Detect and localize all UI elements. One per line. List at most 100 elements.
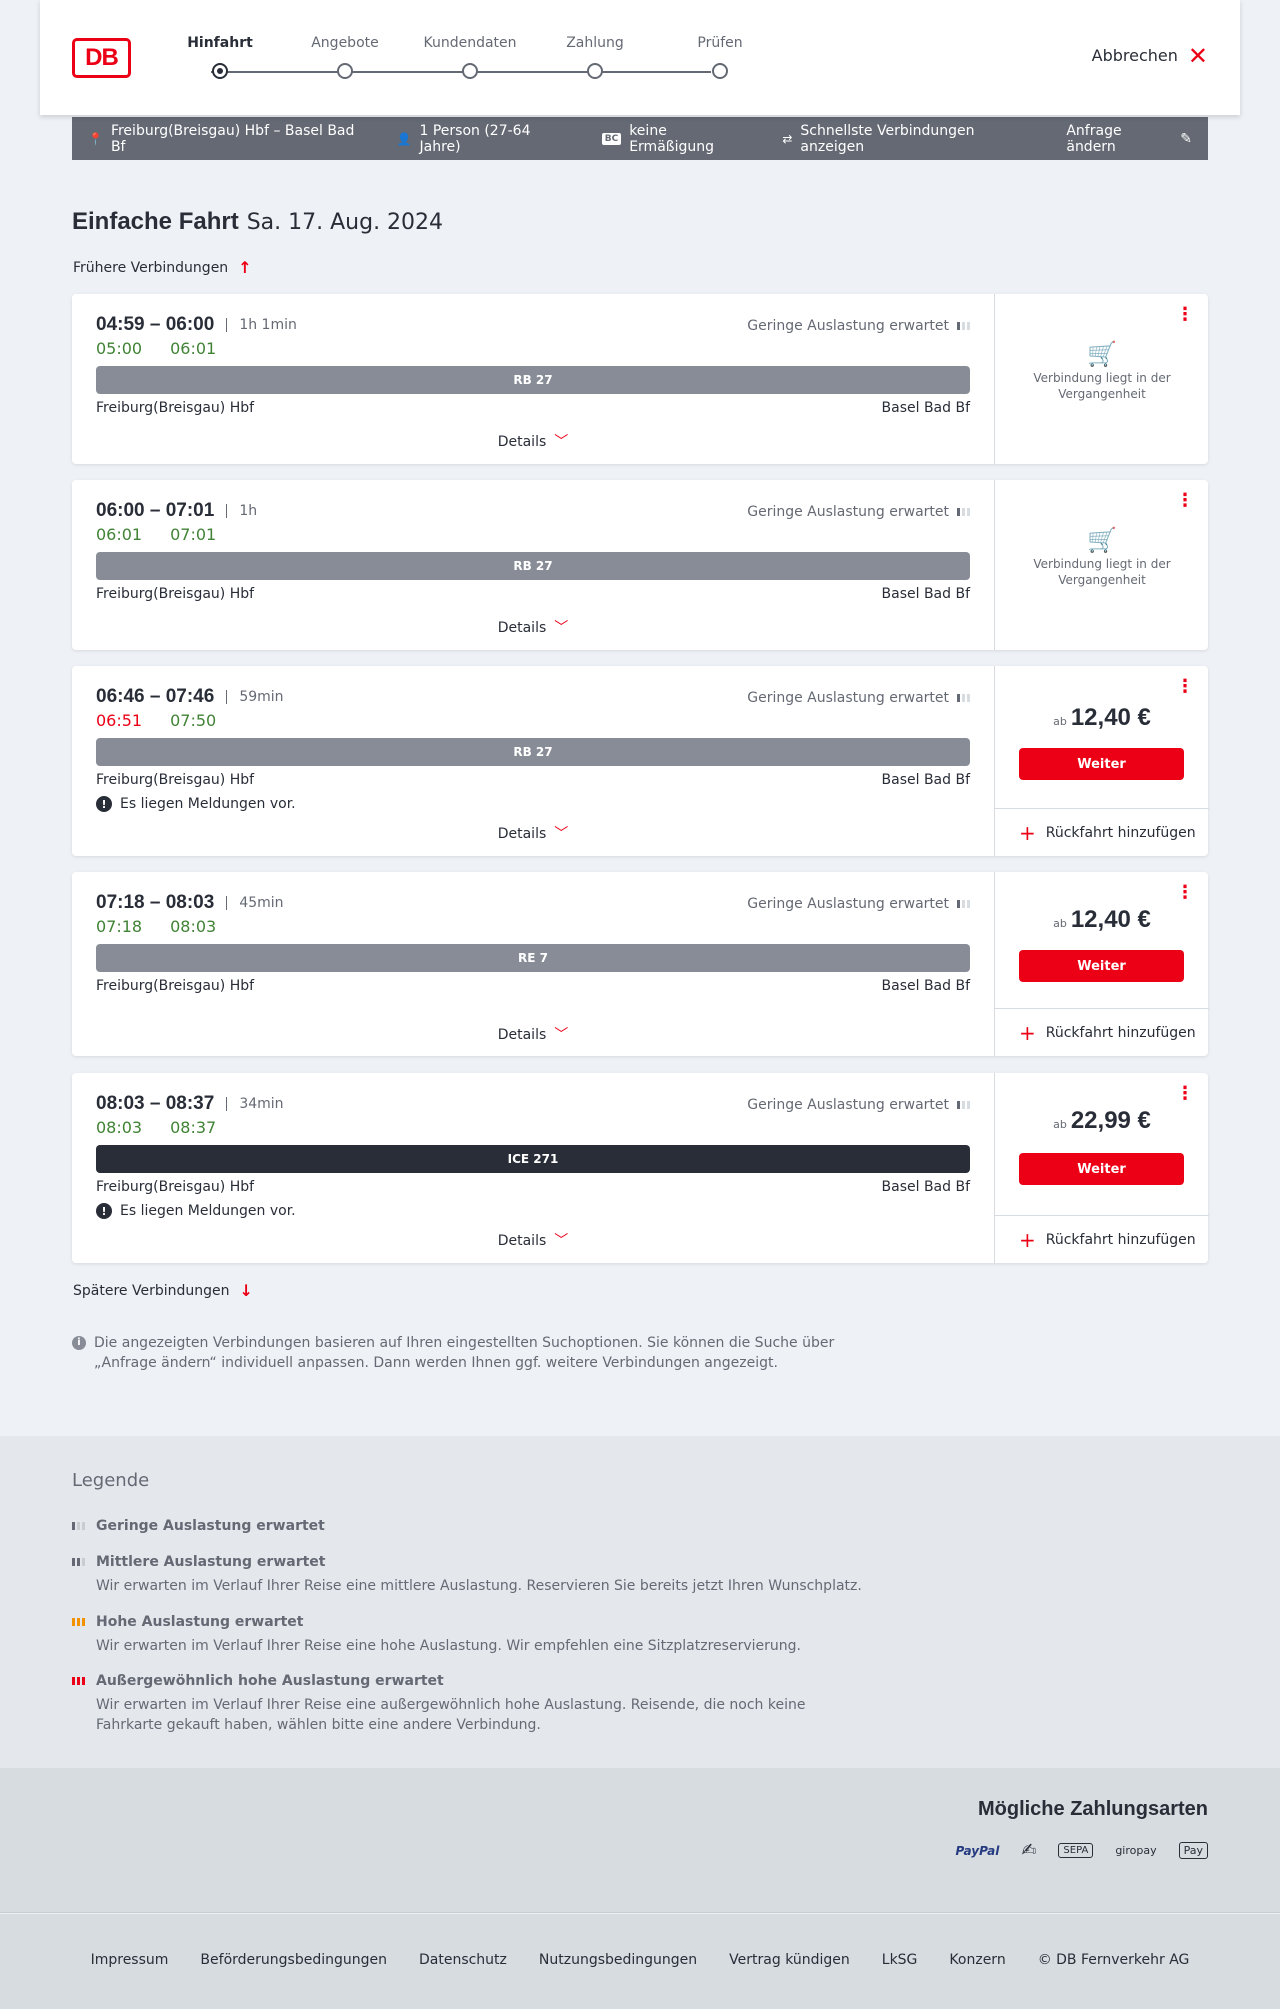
occupancy-text: Geringe Auslastung erwartet — [747, 896, 949, 912]
applepay-icon: Pay — [1178, 1842, 1208, 1859]
stations: Freiburg(Breisgau) Hbf Basel Bad Bf — [96, 978, 970, 994]
price-prefix: ab — [1053, 715, 1067, 728]
chevron-down-icon: ﹀ — [554, 620, 569, 636]
earlier-connections-link[interactable]: Frühere Verbindungen ↑ — [73, 258, 252, 277]
duration: 45min — [226, 896, 284, 910]
page-title: Einfache Fahrt Sa. 17. Aug. 2024 — [72, 208, 443, 236]
details-toggle[interactable]: Details ﹀ — [72, 1230, 994, 1250]
details-toggle[interactable]: Details ﹀ — [72, 617, 994, 637]
train-line-bar[interactable]: RE 7 — [96, 944, 970, 972]
footer-link-nutzungsbedingungen[interactable]: Nutzungsbedingungen — [539, 1952, 697, 1968]
alert-icon: ! — [96, 796, 112, 812]
stations: Freiburg(Breisgau) Hbf Basel Bad Bf — [96, 586, 970, 602]
step-kundendaten: Kundendaten — [410, 35, 530, 79]
stations: Freiburg(Breisgau) Hbf Basel Bad Bf — [96, 400, 970, 416]
realtime-times: 06:51 07:50 — [96, 711, 216, 730]
message-text: Es liegen Meldungen vor. — [120, 796, 296, 812]
details-label: Details — [497, 826, 547, 842]
paypal-icon: PayPal — [955, 1843, 1000, 1858]
location-pin-icon: 📍 — [88, 131, 103, 146]
occupancy-low-icon — [72, 1522, 88, 1530]
price: ab 12,40 € — [995, 704, 1209, 732]
more-options-icon[interactable]: ⋮ — [1176, 306, 1194, 324]
price-prefix: ab — [1053, 917, 1067, 930]
step-label: Kundendaten — [423, 35, 517, 51]
details-toggle[interactable]: Details ﹀ — [72, 431, 994, 451]
continue-button[interactable]: Weiter — [1019, 748, 1184, 780]
train-line-bar[interactable]: RB 27 — [96, 738, 970, 766]
later-connections-label: Spätere Verbindungen — [73, 1282, 230, 1299]
more-options-icon[interactable]: ⋮ — [1176, 884, 1194, 902]
creditcard-icon: ✍ — [1021, 1840, 1037, 1861]
occupancy-low-icon — [957, 694, 970, 702]
later-connections-link[interactable]: Spätere Verbindungen ↓ — [73, 1281, 253, 1300]
arrival-station: Basel Bad Bf — [881, 1179, 970, 1195]
occupancy-indicator: Geringe Auslastung erwartet — [747, 690, 970, 706]
price: ab 12,40 € — [995, 906, 1209, 934]
connection-info: 06:00 – 07:01 1h 06:01 07:01 Geringe Ausla… — [72, 480, 994, 650]
fastest-text: Schnellste Verbindungen anzeigen — [800, 122, 975, 155]
realtime-arrival: 07:01 — [170, 525, 217, 544]
step-pruefen: Prüfen — [660, 35, 780, 79]
arrival-station: Basel Bad Bf — [881, 978, 970, 994]
footer-link-konzern[interactable]: Konzern — [949, 1952, 1005, 1968]
more-options-icon[interactable]: ⋮ — [1176, 678, 1194, 696]
edit-request-button[interactable]: Anfrage ändern ✎ — [1066, 123, 1192, 155]
continue-button[interactable]: Weiter — [1019, 950, 1184, 982]
add-return-trip-button[interactable]: + Rückfahrt hinzufügen — [995, 808, 1209, 856]
realtime-arrival: 07:50 — [170, 711, 217, 730]
step-label: Hinfahrt — [187, 35, 253, 51]
step-dot — [212, 63, 228, 79]
footer-copyright: © DB Fernverkehr AG — [1037, 1952, 1190, 1968]
add-return-trip-button[interactable]: + Rückfahrt hinzufügen — [995, 1215, 1209, 1263]
realtime-departure: 05:00 — [96, 339, 143, 358]
details-toggle[interactable]: Details ﹀ — [72, 1024, 994, 1044]
payment-methods-title: Mögliche Zahlungsarten — [977, 1798, 1208, 1820]
offer-panel: ⋮ ab 12,40 € Weiter + Rückfahrt hinzufügen — [994, 666, 1209, 856]
details-toggle[interactable]: Details ﹀ — [72, 823, 994, 843]
train-line-bar[interactable]: RB 27 — [96, 552, 970, 580]
footer-link-impressum[interactable]: Impressum — [91, 1952, 169, 1968]
edit-request-label: Anfrage ändern — [1066, 122, 1122, 155]
offer-panel: ⋮ 🛒 Verbindung liegt in der Vergangenheit — [994, 294, 1208, 464]
discount-text: keine Ermäßigung — [629, 122, 715, 155]
realtime-times: 07:18 08:03 — [96, 917, 216, 936]
db-logo[interactable]: DB — [72, 38, 131, 78]
cancel-button[interactable]: Abbrechen ✕ — [1092, 44, 1208, 68]
search-summary-bar: 📍 Freiburg(Breisgau) Hbf – Basel Bad Bf 👤… — [72, 117, 1208, 160]
connection-info: 08:03 – 08:37 34min 08:03 08:37 Geringe Au… — [72, 1073, 994, 1263]
occupancy-exceptional-icon — [72, 1677, 88, 1685]
payment-methods-section: Mögliche Zahlungsarten PayPal ✍ SEPA gir… — [0, 1768, 1280, 1913]
connection-times: 04:59 – 06:00 1h 1min — [96, 314, 297, 336]
plus-icon: + — [1019, 820, 1036, 845]
occupancy-text: Geringe Auslastung erwartet — [747, 1097, 949, 1113]
chevron-down-icon: ﹀ — [554, 826, 569, 842]
connection-card: 06:00 – 07:01 1h 06:01 07:01 Geringe Ausla… — [72, 480, 1208, 650]
footer-link-vertrag-kuendigen[interactable]: Vertrag kündigen — [729, 1952, 850, 1968]
planned-times: 06:00 – 07:01 — [96, 500, 215, 521]
more-options-icon[interactable]: ⋮ — [1176, 1085, 1194, 1103]
planned-times: 07:18 – 08:03 — [96, 892, 215, 913]
trip-date: Sa. 17. Aug. 2024 — [246, 210, 444, 235]
legend-item-description: Wir erwarten im Verlauf Ihrer Reise eine… — [96, 1578, 862, 1594]
occupancy-low-icon — [957, 900, 970, 908]
occupancy-low-icon — [957, 322, 970, 330]
occupancy-indicator: Geringe Auslastung erwartet — [747, 318, 970, 334]
more-options-icon[interactable]: ⋮ — [1176, 492, 1194, 510]
footer: Impressum Beförderungsbedingungen Datens… — [0, 1914, 1280, 2009]
footer-link-lksg[interactable]: LkSG — [882, 1952, 918, 1968]
footer-link-datenschutz[interactable]: Datenschutz — [419, 1952, 507, 1968]
price-prefix: ab — [1053, 1118, 1067, 1131]
train-line-bar[interactable]: ICE 271 — [96, 1145, 970, 1173]
realtime-departure: 08:03 — [96, 1118, 143, 1137]
duration: 34min — [226, 1097, 284, 1111]
legend-section: Legende Geringe Auslastung erwartet Mitt… — [0, 1436, 1280, 1768]
step-zahlung: Zahlung — [535, 35, 655, 79]
add-return-trip-button[interactable]: + Rückfahrt hinzufügen — [995, 1008, 1209, 1056]
continue-button[interactable]: Weiter — [1019, 1153, 1184, 1185]
footer-link-befoerderungsbedingungen[interactable]: Beförderungsbedingungen — [200, 1952, 387, 1968]
payment-icons: PayPal ✍ SEPA giropay Pay — [955, 1840, 1208, 1861]
disruption-message: ! Es liegen Meldungen vor. — [96, 796, 296, 812]
cart-unavailable-icon: 🛒 — [1087, 340, 1117, 368]
train-line-bar[interactable]: RB 27 — [96, 366, 970, 394]
